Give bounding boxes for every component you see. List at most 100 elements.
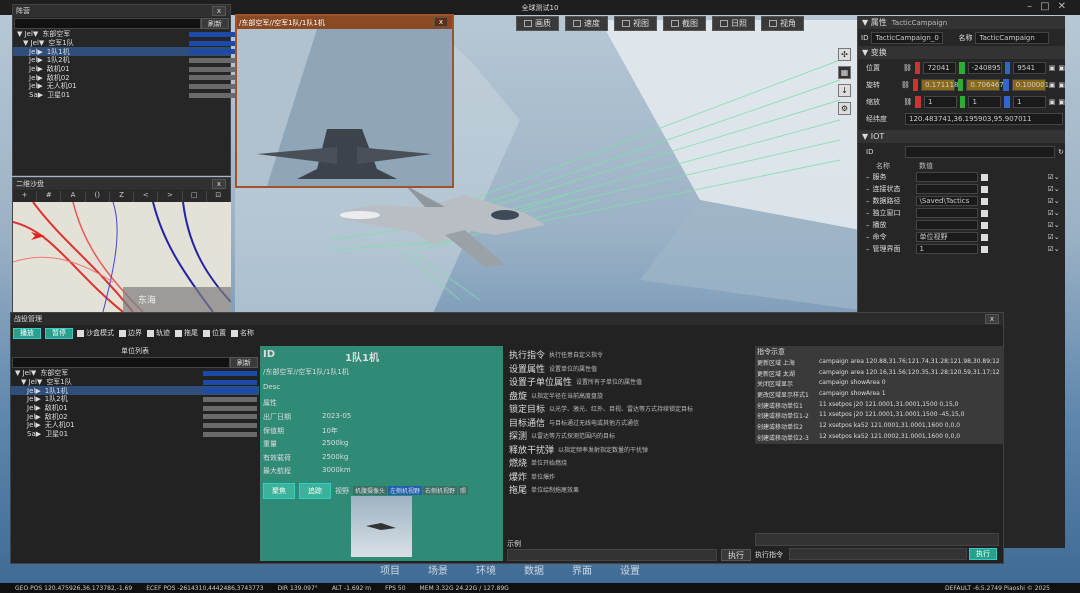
close-icon[interactable]: x bbox=[985, 314, 999, 324]
rotation-z-field[interactable]: 0.100001 bbox=[1011, 78, 1049, 91]
option-checkbox[interactable]: 轨迹 bbox=[147, 328, 170, 338]
refresh-icon[interactable]: ↻ bbox=[1058, 148, 1064, 156]
iot-value[interactable]: 1 bbox=[915, 244, 978, 254]
camera-view-window[interactable]: /东部空军//空军1队/1队1机 x bbox=[235, 14, 454, 188]
drag-handle-icon[interactable]: – bbox=[866, 245, 870, 253]
tree-row[interactable]: Jel▶ 1队2机 bbox=[13, 56, 243, 65]
rotation-x-field[interactable]: 0.171118 bbox=[921, 78, 959, 91]
command-item[interactable]: 燃烧 单位开始燃烧 bbox=[509, 456, 748, 470]
map-tool-button[interactable]: Z bbox=[110, 191, 135, 202]
close-icon[interactable]: x bbox=[434, 17, 448, 27]
map-tool-button[interactable]: < bbox=[134, 191, 159, 202]
option-checkbox[interactable]: 拖尾 bbox=[175, 328, 198, 338]
option-checkbox[interactable]: 名称 bbox=[231, 328, 254, 338]
reset-icon[interactable]: ▣ bbox=[1049, 98, 1056, 106]
demo-row[interactable]: 更新区域 太湖 campaign area 120.16,31.56;120.35… bbox=[755, 369, 1004, 380]
camp-search-input[interactable] bbox=[14, 18, 201, 29]
command-item[interactable]: 盘旋 以指定半径在当前高度盘旋 bbox=[509, 389, 748, 403]
options-icon[interactable]: ☑⌄ bbox=[1048, 233, 1060, 241]
camp-refresh-button[interactable]: 刷新 bbox=[201, 18, 229, 29]
iot-checkbox[interactable] bbox=[980, 221, 988, 229]
iot-checkbox[interactable] bbox=[980, 233, 988, 241]
drag-handle-icon[interactable]: – bbox=[866, 233, 870, 241]
tree-row[interactable]: Sa▶ 卫星01 bbox=[11, 430, 259, 439]
close-icon[interactable]: x bbox=[212, 179, 226, 189]
command-item[interactable]: 目标通信 与目标通过无线电或其他方式通信 bbox=[509, 416, 748, 430]
toolbar-button-3[interactable]: 截图 bbox=[663, 16, 706, 31]
options-icon[interactable]: ☑⌄ bbox=[1048, 221, 1060, 229]
view-tool-down-icon[interactable]: ↓ bbox=[838, 84, 851, 97]
close-icon[interactable]: x bbox=[212, 6, 226, 16]
demo-row[interactable]: 创建或移动单位1-2 11 xsetpos j20 121.0001,31.000… bbox=[755, 411, 1004, 422]
iot-value[interactable] bbox=[915, 208, 978, 218]
map-tool-button[interactable]: □ bbox=[183, 191, 207, 202]
iot-value[interactable] bbox=[915, 220, 978, 230]
command-item[interactable]: 设置子单位属性 设置所有子单位的属性值 bbox=[509, 375, 748, 389]
drag-handle-icon[interactable]: – bbox=[866, 173, 870, 181]
iot-checkbox[interactable] bbox=[980, 245, 988, 253]
tree-row[interactable]: ▼ Jel▼ 空军1队 bbox=[13, 39, 243, 48]
unit-refresh-button[interactable]: 刷新 bbox=[230, 357, 258, 368]
camera-thumbnail[interactable] bbox=[351, 496, 412, 557]
position-x-field[interactable]: 72041 bbox=[923, 61, 956, 74]
tree-row[interactable]: Jel▶ 敌机02 bbox=[13, 73, 243, 82]
option-checkbox[interactable]: 位置 bbox=[203, 328, 226, 338]
iot-value[interactable] bbox=[915, 184, 978, 194]
option-checkbox[interactable]: 边界 bbox=[119, 328, 142, 338]
map2d-canvas[interactable]: 东海 bbox=[13, 202, 231, 312]
camera-tab[interactable]: 机腹摄像头 bbox=[353, 486, 388, 495]
view-tool-grid-icon[interactable]: ▦ bbox=[838, 66, 851, 79]
camera-tab[interactable]: 左侧机视野 bbox=[388, 486, 423, 495]
map-tool-button[interactable]: () bbox=[86, 191, 110, 202]
link-icon[interactable]: ⛓ bbox=[903, 64, 912, 72]
toolbar-button-0[interactable]: 画质 bbox=[516, 16, 559, 31]
iot-value[interactable]: 单位视野 bbox=[915, 232, 978, 242]
tab-0[interactable]: 项目 bbox=[380, 562, 400, 577]
reset-icon[interactable]: ▣ bbox=[1049, 81, 1056, 89]
map-tool-button[interactable]: ⊡ bbox=[207, 191, 231, 202]
drag-handle-icon[interactable]: – bbox=[866, 221, 870, 229]
map-tool-button[interactable]: # bbox=[37, 191, 62, 202]
command-item[interactable]: 释放干扰弹 以指定频率发射指定数量的干扰弹 bbox=[509, 443, 748, 457]
iot-checkbox[interactable] bbox=[980, 173, 988, 181]
view-tool-move-icon[interactable]: ✣ bbox=[838, 48, 851, 61]
command-input-top[interactable] bbox=[755, 533, 999, 546]
tab-2[interactable]: 环境 bbox=[476, 562, 496, 577]
play-button[interactable]: 播放 bbox=[13, 327, 41, 339]
name-field[interactable]: TacticCampaign bbox=[975, 31, 1050, 44]
reset-icon[interactable]: ▣ bbox=[1049, 64, 1056, 72]
exec-command-input[interactable] bbox=[789, 548, 967, 560]
copy-icon[interactable]: ▣ bbox=[1058, 64, 1065, 72]
pause-button[interactable]: 暂停 bbox=[45, 327, 73, 339]
example-input[interactable] bbox=[507, 549, 717, 561]
unit-search-input[interactable] bbox=[12, 357, 230, 368]
tab-3[interactable]: 数据 bbox=[524, 562, 544, 577]
toolbar-button-4[interactable]: 日照 bbox=[712, 16, 755, 31]
tree-row[interactable]: Sa▶ 卫星01 bbox=[13, 91, 243, 100]
command-item[interactable]: 拖尾 单位绘制拖尾效果 bbox=[509, 483, 748, 497]
position-z-field[interactable]: 9541 bbox=[1013, 61, 1046, 74]
tab-4[interactable]: 界面 bbox=[572, 562, 592, 577]
map-tool-button[interactable]: + bbox=[13, 191, 38, 202]
scale-x-field[interactable]: 1 bbox=[923, 95, 957, 108]
command-item[interactable]: 执行指令 执行任意自定义指令 bbox=[509, 348, 748, 362]
options-icon[interactable]: ☑⌄ bbox=[1048, 185, 1060, 193]
command-item[interactable]: 探测 以雷达等方式探测范围内的目标 bbox=[509, 429, 748, 443]
demo-row[interactable]: 更改区域显示样式1 campaign showArea 1 bbox=[755, 390, 1004, 401]
command-item[interactable]: 爆炸 单位爆炸 bbox=[509, 470, 748, 484]
drag-handle-icon[interactable]: – bbox=[866, 185, 870, 193]
window-controls[interactable]: –□✕ bbox=[1027, 1, 1074, 12]
view-tool-settings-icon[interactable]: ⚙ bbox=[838, 102, 851, 115]
toolbar-button-2[interactable]: 视图 bbox=[614, 16, 657, 31]
tab-5[interactable]: 设置 bbox=[620, 562, 640, 577]
collapse-icon[interactable]: ▼ bbox=[862, 18, 871, 27]
command-item[interactable]: 锁定目标 以光学、激光、红外、目视、雷达等方式持续锁定目标 bbox=[509, 402, 748, 416]
rotation-y-field[interactable]: 0.706467 bbox=[966, 78, 1004, 91]
options-icon[interactable]: ☑⌄ bbox=[1048, 245, 1060, 253]
option-checkbox[interactable]: 沙盒模式 bbox=[77, 328, 114, 338]
id-field[interactable]: TacticCampaign_0 bbox=[871, 31, 944, 44]
demo-row[interactable]: 关闭区域显示 campaign showArea 0 bbox=[755, 379, 1004, 390]
track-button[interactable]: 追踪 bbox=[299, 482, 331, 499]
position-y-field[interactable]: -240895 bbox=[967, 61, 1002, 74]
scale-y-field[interactable]: 1 bbox=[968, 95, 1002, 108]
